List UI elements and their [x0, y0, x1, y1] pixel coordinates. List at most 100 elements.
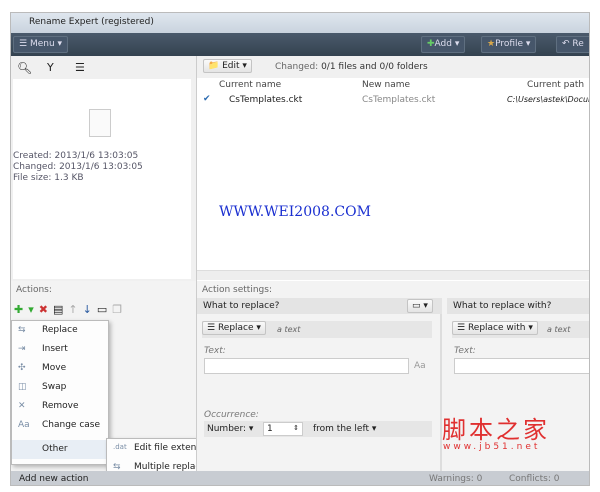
case-toggle[interactable]: Aa	[411, 358, 429, 374]
filter-tab-icon[interactable]: Y	[47, 61, 54, 74]
menu-item-replace[interactable]: ⇆ Replace	[12, 321, 108, 340]
menu-label: Replace	[42, 325, 78, 335]
changed-files-label: Changed:	[275, 62, 319, 72]
replace-icon: ⇆	[18, 325, 26, 335]
conflicts-count[interactable]: Conflicts: 0	[509, 474, 559, 484]
insert-button[interactable]: ▭	[97, 303, 112, 316]
status-bar: Add new action Warnings: 0 Conflicts: 0	[11, 471, 589, 485]
menu-label: Insert	[42, 344, 68, 354]
cell-new-name: CsTemplates.ckt	[362, 95, 436, 105]
profile-label: Profile	[495, 39, 524, 49]
redo-label: Re	[572, 39, 584, 49]
number-label: Number:	[207, 424, 247, 434]
title-bar: Rename Expert (registered)	[11, 13, 589, 33]
a-text-hint: a text	[277, 325, 301, 334]
table-row[interactable]: ✔ CsTemplates.ckt CsTemplates.ckt C:\Use…	[197, 93, 590, 107]
actions-toolbar: ✚▾✖▤↑↓▭❐	[14, 303, 127, 316]
replace-with-dropdown[interactable]: ☰ Replace with ▾	[452, 321, 538, 335]
main-toolbar: ☰ Menu ▾ ✚Add ▾ ★Profile ▾ ↶ Re	[11, 33, 589, 56]
menu-item-change-case[interactable]: Aa Change case	[12, 416, 108, 435]
what-header: What to replace?	[197, 298, 442, 314]
menu-label: Change case	[42, 420, 101, 430]
menu-label: Menu	[29, 39, 55, 49]
warnings-count[interactable]: Warnings: 0	[429, 474, 482, 484]
menu-label: Other	[42, 444, 68, 454]
replace-text-input[interactable]	[454, 358, 589, 374]
move-up-button[interactable]: ↑	[68, 303, 82, 316]
cell-current-name: CsTemplates.ckt	[229, 95, 303, 105]
menu-item-move[interactable]: ✣ Move	[12, 359, 108, 378]
swap-icon: ◫	[18, 382, 27, 392]
check-icon[interactable]: ✔	[203, 94, 211, 104]
search-tab-icon[interactable]: 🔍︎	[17, 61, 32, 75]
with-header: What to replace with?	[447, 298, 589, 314]
menu-item-other[interactable]: Other	[12, 440, 108, 459]
column-new-name[interactable]: New name	[362, 80, 410, 90]
settings-label: Action settings:	[202, 285, 272, 295]
case-icon: Aa	[18, 420, 30, 430]
actions-label: Actions:	[16, 285, 52, 295]
remove-icon: ✕	[18, 401, 26, 411]
plus-icon: ✚	[427, 39, 435, 49]
edit-label: Edit	[222, 61, 240, 71]
info-panel: 🔍︎ Y ☰ Created: 2013/1/6 13:03:05 Change…	[13, 59, 193, 279]
file-icon	[89, 109, 111, 137]
changed-files-value: 0/1 files and 0/0 folders	[321, 62, 428, 72]
edit-button[interactable]: 📁 Edit ▾	[203, 59, 252, 73]
what-section: What to replace? ▭ ▾ ☰ Replace ▾ a text …	[197, 298, 442, 471]
add-action-menu: ⇆ Replace ⇥ Insert ✣ Move ◫ Swap ✕ Remove Aa C…	[11, 320, 109, 465]
files-panel: 📁 Edit ▾ Changed: 0/1 files and 0/0 fold…	[196, 56, 590, 281]
size-value: 1.3 KB	[54, 173, 84, 183]
menu-item-remove[interactable]: ✕ Remove	[12, 397, 108, 416]
menu-label: Move	[42, 363, 67, 373]
redo-button[interactable]: ↶ Re	[556, 36, 589, 53]
menu-label: Remove	[42, 401, 79, 411]
add-button[interactable]: ✚Add ▾	[421, 36, 466, 53]
status-text: Add new action	[19, 474, 89, 484]
profile-button[interactable]: ★Profile ▾	[481, 36, 537, 53]
text-label: Text:	[454, 346, 476, 356]
table-header: Current name New name Current path	[197, 78, 589, 92]
add-label: Add	[434, 39, 452, 49]
insert-icon: ⇥	[18, 344, 26, 354]
replace-label: Replace	[217, 323, 254, 333]
number-value: 1	[267, 424, 273, 434]
move-down-button[interactable]: ↓	[83, 303, 97, 316]
menu-button[interactable]: ☰ Menu ▾	[13, 36, 69, 53]
text-label: Text:	[204, 346, 226, 356]
delete-action-button[interactable]: ✖	[39, 303, 53, 316]
cell-path: C:\Users\astek\Docum	[507, 95, 590, 104]
menu-label: Swap	[42, 382, 67, 392]
direction-label: from the left	[313, 424, 370, 434]
site-url: www.jb51.net	[443, 442, 541, 452]
text-input[interactable]	[204, 358, 409, 374]
copy-button[interactable]: ❐	[112, 303, 127, 316]
changed-label: Changed:	[13, 162, 57, 172]
column-current-path[interactable]: Current path	[527, 80, 584, 90]
file-info: Created: 2013/1/6 13:03:05 Changed: 2013…	[13, 151, 143, 184]
add-action-button[interactable]: ✚▾	[14, 303, 39, 316]
horizontal-scrollbar[interactable]	[197, 270, 589, 280]
created-value: 2013/1/6 13:03:05	[54, 151, 139, 161]
star-icon: ★	[487, 39, 496, 49]
number-dropdown[interactable]: Number: ▾	[207, 424, 253, 434]
site-logo: 脚本之家	[442, 416, 550, 444]
replace-with-label: Replace with	[467, 323, 526, 333]
created-label: Created:	[13, 151, 52, 161]
changed-value: 2013/1/6 13:03:05	[59, 162, 143, 172]
number-spinner[interactable]: 1 ⇕	[263, 422, 303, 436]
layout-button[interactable]: ▭ ▾	[407, 299, 433, 313]
list-tab-icon[interactable]: ☰	[75, 61, 85, 74]
a-text-hint: a text	[547, 325, 571, 334]
menu-item-swap[interactable]: ◫ Swap	[12, 378, 108, 397]
preview-area: Created: 2013/1/6 13:03:05 Changed: 2013…	[13, 79, 191, 279]
direction-dropdown[interactable]: from the left ▾	[313, 424, 376, 434]
menu-item-insert[interactable]: ⇥ Insert	[12, 340, 108, 359]
occurrence-label: Occurrence:	[204, 410, 259, 420]
replace-dropdown[interactable]: ☰ Replace ▾	[202, 321, 266, 335]
column-current-name[interactable]: Current name	[219, 80, 281, 90]
changed-info: Changed: 0/1 files and 0/0 folders	[275, 62, 428, 72]
clear-button[interactable]: ▤	[53, 303, 68, 316]
watermark-text: WWW.WEI2008.COM	[219, 204, 371, 220]
move-icon: ✣	[18, 363, 26, 373]
